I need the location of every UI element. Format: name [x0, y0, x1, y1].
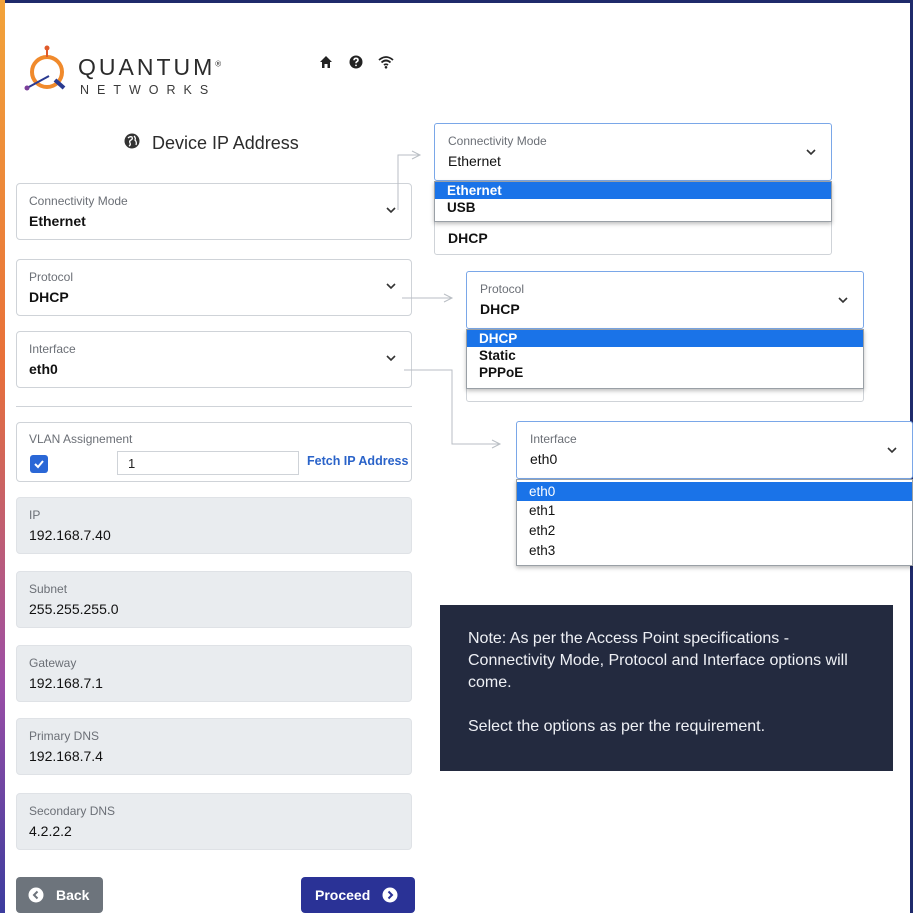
protocol-callout-label: Protocol: [480, 282, 525, 296]
option-usb[interactable]: USB: [435, 199, 831, 216]
chevron-down-icon: [838, 297, 848, 304]
interface-callout-label: Interface: [530, 432, 577, 446]
connectivity-options-list: Ethernet USB: [434, 181, 832, 222]
option-static[interactable]: Static: [467, 347, 863, 364]
connectivity-callout-select[interactable]: Connectivity Mode Ethernet: [434, 123, 832, 181]
option-eth1[interactable]: eth1: [517, 501, 912, 521]
interface-callout-value: eth0: [530, 451, 558, 467]
option-eth2[interactable]: eth2: [517, 521, 912, 541]
protocol-options-list: DHCP Static PPPoE: [466, 329, 864, 389]
option-eth3[interactable]: eth3: [517, 541, 912, 561]
note-instruction: Select the options as per the requiremen…: [468, 718, 766, 735]
underlay-protocol-value: DHCP: [448, 230, 488, 246]
option-pppoe[interactable]: PPPoE: [467, 364, 863, 381]
interface-options-list: eth0 eth1 eth2 eth3: [516, 479, 913, 566]
chevron-down-icon: [887, 447, 897, 454]
option-eth0[interactable]: eth0: [517, 482, 912, 501]
connectivity-callout-label: Connectivity Mode: [448, 134, 547, 148]
protocol-callout-select[interactable]: Protocol DHCP: [466, 271, 864, 329]
note-box: Note: As per the Access Point specificat…: [440, 605, 893, 771]
interface-callout-select[interactable]: Interface eth0: [516, 421, 913, 479]
connectivity-callout-value: Ethernet: [448, 153, 501, 169]
option-ethernet[interactable]: Ethernet: [435, 182, 831, 199]
chevron-down-icon: [806, 149, 816, 156]
option-dhcp[interactable]: DHCP: [467, 330, 863, 347]
note-text: Note: As per the Access Point specificat…: [468, 630, 848, 691]
protocol-callout-value: DHCP: [480, 301, 520, 317]
